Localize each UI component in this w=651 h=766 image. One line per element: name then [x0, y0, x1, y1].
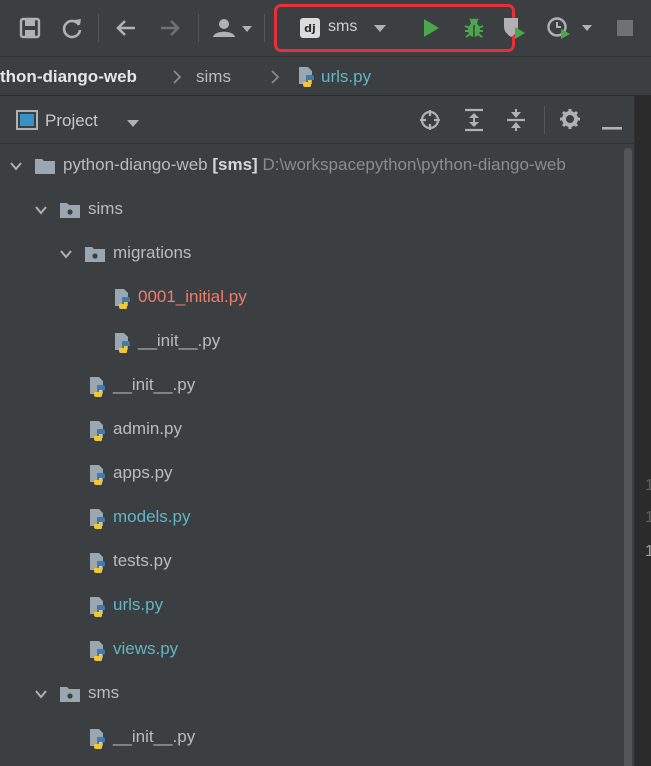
tree-item-urls[interactable]: urls.py — [0, 584, 621, 628]
sync-icon[interactable] — [58, 14, 86, 42]
root-module: [sms] — [212, 155, 258, 174]
chevron-down-icon[interactable] — [126, 115, 140, 133]
coverage-icon[interactable] — [500, 14, 530, 42]
python-file-icon — [87, 508, 109, 529]
line-number: 1 — [645, 543, 651, 560]
scrollbar-thumb[interactable] — [624, 148, 632, 766]
tree-item-tests[interactable]: tests.py — [0, 540, 621, 584]
debug-icon[interactable] — [460, 14, 488, 42]
python-file-icon — [87, 596, 109, 617]
tree-item-models[interactable]: models.py — [0, 496, 621, 540]
python-file-icon — [87, 640, 109, 661]
tree-root-label: python-diango-web [sms] D:\workspacepyth… — [63, 155, 566, 175]
tree-root[interactable]: python-diango-web [sms] D:\workspacepyth… — [0, 144, 621, 188]
tree-item-label: tests.py — [113, 551, 172, 570]
stop-icon[interactable] — [612, 14, 638, 42]
tree-item-label: sims — [88, 199, 123, 218]
python-file-icon — [87, 728, 109, 749]
package-folder-icon — [84, 244, 106, 264]
line-number: 1 — [645, 477, 651, 494]
user-icon[interactable] — [208, 14, 256, 42]
main-toolbar: dj sms — [0, 0, 651, 56]
tree-item-migrations-init[interactable]: __init__.py — [0, 320, 621, 364]
python-file-icon — [296, 66, 318, 93]
root-path: D:\workspacepython\python-diango-web — [262, 155, 566, 174]
chevron-down-icon[interactable] — [58, 246, 74, 262]
breadcrumb-file[interactable]: urls.py — [321, 67, 371, 87]
tree-item-label: apps.py — [113, 463, 173, 482]
tree-item-label: __init__.py — [113, 727, 196, 746]
chevron-right-icon — [172, 69, 182, 90]
tree-item-migrations[interactable]: migrations — [0, 232, 621, 276]
project-tree: python-diango-web [sms] D:\workspacepyth… — [0, 144, 621, 766]
python-file-icon — [87, 552, 109, 573]
back-icon[interactable] — [112, 14, 140, 42]
tree-item-label: sms — [88, 683, 120, 702]
chevron-down-icon[interactable] — [33, 686, 49, 702]
python-file-icon — [112, 288, 134, 309]
tree-item-label: models.py — [113, 507, 191, 526]
gear-icon[interactable] — [559, 108, 581, 135]
breadcrumb: thon-diango-web sims urls.py — [0, 56, 651, 96]
breadcrumb-folder[interactable]: sims — [196, 67, 231, 87]
tree-item-label: __init__.py — [113, 375, 196, 394]
python-file-icon — [112, 332, 134, 353]
python-file-icon — [87, 464, 109, 485]
run-config-label[interactable]: sms — [328, 18, 357, 36]
tree-item-partial[interactable] — [0, 760, 621, 766]
breadcrumb-project[interactable]: thon-diango-web — [0, 67, 137, 87]
project-panel-title[interactable]: Project — [45, 111, 98, 131]
minimize-icon[interactable] — [602, 118, 622, 136]
tree-item-label: views.py — [113, 639, 179, 658]
tree-item-sms[interactable]: sms — [0, 672, 621, 716]
tree-item-sims-init[interactable]: __init__.py — [0, 364, 621, 408]
tree-item-label: 0001_initial.py — [138, 287, 247, 306]
profile-icon[interactable] — [544, 14, 596, 42]
tree-item-views[interactable]: views.py — [0, 628, 621, 672]
editor-gutter: 1 1 1 — [634, 96, 651, 766]
collapse-all-icon[interactable] — [505, 108, 527, 137]
chevron-down-icon[interactable] — [370, 14, 390, 42]
tree-item-0001-initial[interactable]: 0001_initial.py — [0, 276, 621, 320]
python-file-icon — [87, 420, 109, 441]
chevron-down-icon[interactable] — [33, 202, 49, 218]
tree-item-sms-init[interactable]: __init__.py — [0, 716, 621, 760]
locate-icon[interactable] — [419, 109, 441, 136]
tree-scrollbar[interactable] — [621, 144, 634, 766]
line-number: 1 — [645, 509, 651, 526]
tree-item-label: __init__.py — [138, 331, 221, 350]
chevron-down-icon[interactable] — [8, 158, 24, 174]
python-file-icon — [87, 376, 109, 397]
run-icon[interactable] — [418, 14, 444, 42]
folder-icon — [34, 156, 56, 176]
project-window-icon — [16, 110, 38, 135]
forward-icon[interactable] — [156, 14, 184, 42]
tree-item-admin[interactable]: admin.py — [0, 408, 621, 452]
tree-item-apps[interactable]: apps.py — [0, 452, 621, 496]
tree-item-label: urls.py — [113, 595, 164, 614]
project-panel-header: Project — [0, 96, 634, 144]
package-folder-icon — [59, 684, 81, 704]
package-folder-icon — [59, 200, 81, 220]
chevron-right-icon — [270, 69, 280, 90]
tree-item-label: migrations — [113, 243, 192, 262]
save-icon[interactable] — [16, 14, 44, 42]
django-icon: dj — [298, 14, 322, 42]
tree-item-sims[interactable]: sims — [0, 188, 621, 232]
expand-all-icon[interactable] — [463, 108, 485, 137]
root-name: python-diango-web — [63, 155, 208, 174]
tree-item-label: admin.py — [113, 419, 182, 438]
